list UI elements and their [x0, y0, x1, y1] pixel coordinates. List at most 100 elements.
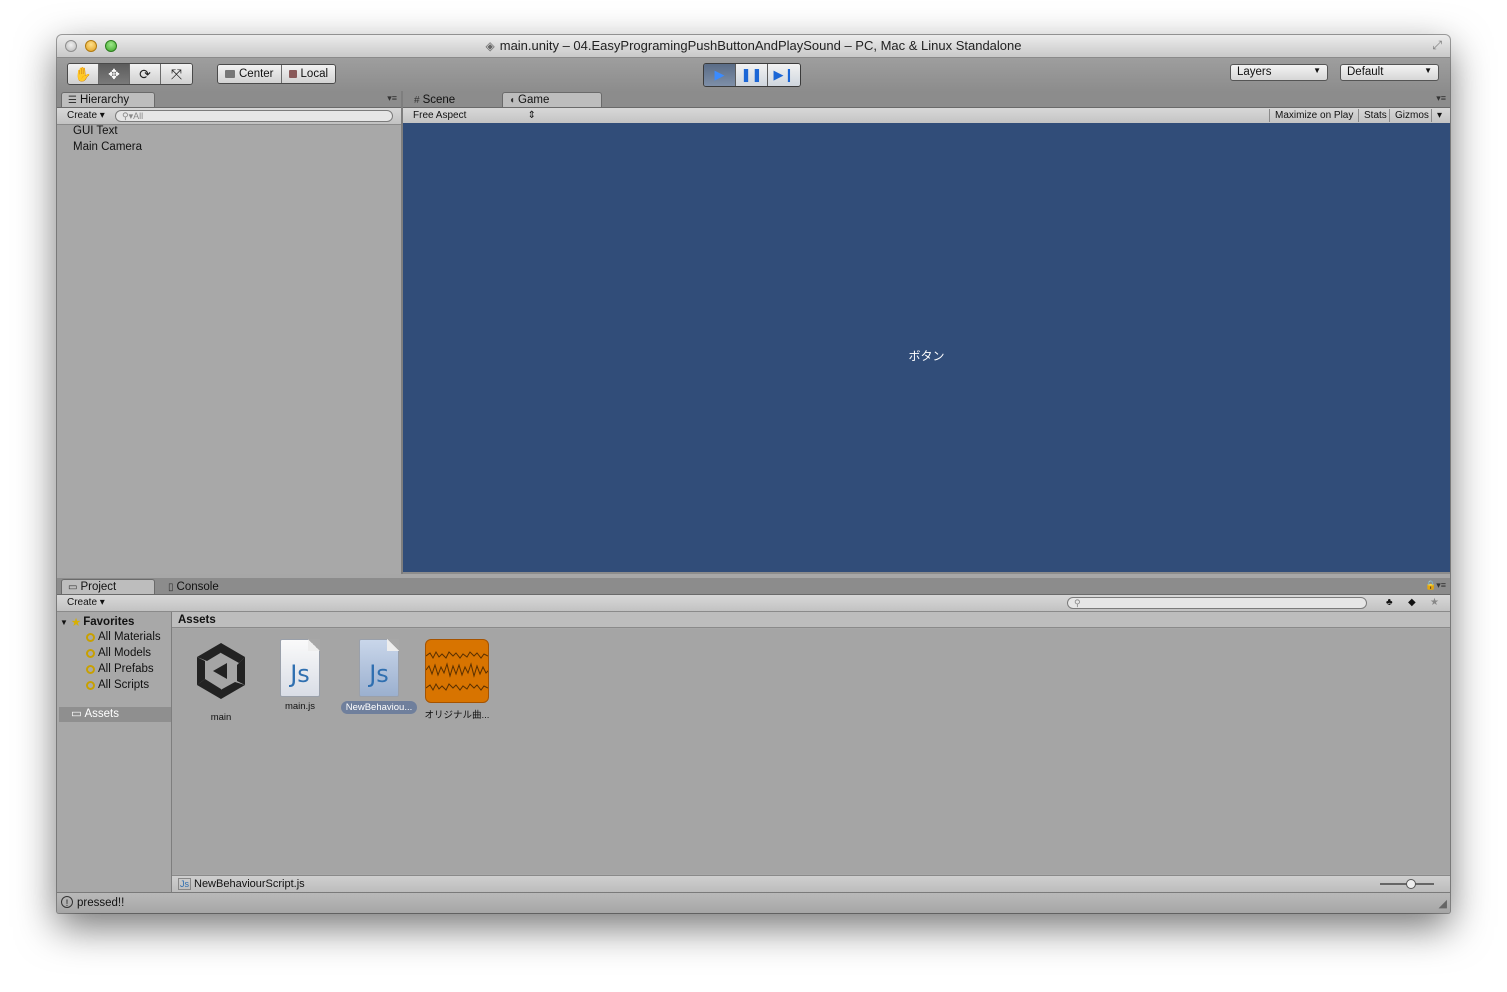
- hierarchy-create-label: Create: [67, 110, 98, 121]
- hierarchy-subbar: Create ▾ ⚲▾All: [57, 108, 401, 125]
- asset-item-selected[interactable]: Js NewBehaviou...: [341, 639, 417, 714]
- search-icon: [86, 648, 95, 658]
- project-create-dropdown[interactable]: Create ▾: [62, 596, 110, 609]
- title-bar: ◈ main.unity – 04.EasyProgramingPushButto…: [57, 35, 1450, 58]
- tab-hierarchy-label: Hierarchy: [79, 94, 130, 106]
- layout-dropdown[interactable]: Default ▼: [1340, 64, 1439, 81]
- asset-item[interactable]: オリジナル曲...: [419, 639, 495, 721]
- hand-icon: ✋: [74, 65, 92, 82]
- project-subbar: Create ▾ ⚲ ♣ ◆ ★: [57, 595, 1450, 612]
- hierarchy-create-dropdown[interactable]: Create ▾: [62, 109, 110, 122]
- panel-menu-icon[interactable]: ▾≡: [387, 93, 397, 104]
- layout-label: Default: [1347, 66, 1384, 78]
- project-create-label: Create: [67, 597, 98, 608]
- favorite-item[interactable]: All Prefabs: [86, 663, 154, 675]
- filter-by-label-icon[interactable]: ◆: [1403, 596, 1421, 609]
- pivot-toggles: Center Local: [217, 64, 337, 84]
- asset-item[interactable]: Js main.js: [262, 639, 338, 712]
- scale-icon: ⤧: [170, 65, 183, 82]
- icon-size-slider[interactable]: [1380, 879, 1434, 889]
- favorite-label: All Prefabs: [98, 663, 154, 675]
- asset-label: NewBehaviou...: [341, 701, 417, 714]
- tab-console[interactable]: ▯ Console: [161, 579, 255, 594]
- main-toolbar: ✋ ✥ ⟳ ⤧ Center Local ▶ ❚❚ ▶❙ Layers ▼ Def…: [57, 58, 1450, 95]
- fullscreen-icon[interactable]: ⤢: [1432, 38, 1442, 53]
- pivot-center-button[interactable]: Center: [218, 65, 282, 83]
- filter-by-type-icon[interactable]: ♣: [1381, 596, 1398, 609]
- transform-tools: ✋ ✥ ⟳ ⤧: [67, 63, 193, 85]
- selected-asset-path: NewBehaviourScript.js: [194, 878, 305, 890]
- pause-button[interactable]: ❚❚: [736, 64, 768, 86]
- favorite-label: All Scripts: [98, 679, 150, 691]
- disclosure-triangle-icon[interactable]: ▼: [60, 618, 68, 627]
- js-file-icon: Js: [178, 878, 191, 890]
- gui-button-text: ボタン: [908, 349, 945, 363]
- status-bar: ! pressed!! ◢: [57, 892, 1450, 913]
- tab-game-label: Game: [518, 94, 550, 106]
- favorites-header[interactable]: ▼ ★ Favorites: [60, 615, 134, 629]
- resize-grip-icon[interactable]: ◢: [1439, 897, 1447, 910]
- list-icon: ☰: [68, 95, 77, 106]
- scale-tool-button[interactable]: ⤧: [161, 64, 192, 84]
- favorite-label: All Materials: [98, 631, 161, 643]
- pause-icon: ❚❚: [740, 67, 763, 82]
- panel-menu-icon[interactable]: ▾≡: [1436, 93, 1446, 104]
- game-viewport[interactable]: ボタン: [403, 123, 1450, 572]
- move-tool-button[interactable]: ✥: [99, 64, 130, 84]
- stats-button[interactable]: Stats: [1358, 109, 1392, 122]
- hierarchy-panel: ☰ Hierarchy ▾≡ Create ▾ ⚲▾All GUI Text Ma…: [57, 91, 403, 574]
- favorite-item[interactable]: All Scripts: [86, 679, 149, 691]
- rotate-tool-button[interactable]: ⟳: [130, 64, 161, 84]
- aspect-dropdown[interactable]: Free Aspect ⇕: [408, 109, 538, 122]
- tab-hierarchy[interactable]: ☰ Hierarchy: [61, 92, 155, 107]
- pivot-local-label: Local: [300, 68, 329, 80]
- hierarchy-item[interactable]: GUI Text: [73, 125, 118, 137]
- tab-scene[interactable]: # Scene: [407, 92, 501, 107]
- project-search-input[interactable]: ⚲: [1067, 597, 1367, 609]
- unity-scene-icon: [197, 643, 245, 699]
- lock-menu-icon[interactable]: 🔒▾≡: [1425, 580, 1446, 591]
- gizmos-chevron-icon[interactable]: ▾: [1431, 109, 1447, 122]
- favorite-item[interactable]: All Models: [86, 647, 151, 659]
- search-icon: [86, 664, 95, 674]
- tab-game[interactable]: ◖ Game: [502, 92, 602, 107]
- chevron-down-icon: ▼: [1313, 66, 1321, 75]
- star-icon: ★: [70, 617, 82, 629]
- pivot-local-button[interactable]: Local: [281, 65, 336, 83]
- asset-label: main.js: [284, 701, 316, 712]
- gizmos-button[interactable]: Gizmos: [1389, 109, 1434, 122]
- chevron-updown-icon: ⇕: [527, 110, 536, 121]
- layers-label: Layers: [1237, 66, 1272, 78]
- tab-project-label: Project: [80, 581, 117, 593]
- info-icon: !: [61, 896, 73, 908]
- favorites-label: Favorites: [83, 616, 135, 628]
- favorite-item[interactable]: All Materials: [86, 631, 161, 643]
- favorite-star-icon[interactable]: ★: [1425, 596, 1444, 609]
- grid-icon: #: [414, 95, 420, 106]
- assets-folder-item[interactable]: ▭ Assets: [59, 707, 171, 722]
- hand-tool-button[interactable]: ✋: [68, 64, 99, 84]
- asset-label: main: [210, 712, 232, 723]
- window-title: ◈ main.unity – 04.EasyProgramingPushButto…: [57, 38, 1450, 53]
- project-tab-strip: ▭ Project ▯ Console 🔒▾≡: [57, 578, 1450, 595]
- folder-icon: ▭: [71, 708, 85, 720]
- status-message[interactable]: pressed!!: [77, 897, 124, 909]
- breadcrumb[interactable]: Assets: [172, 612, 1450, 628]
- waveform-icon: [426, 650, 488, 692]
- step-icon: ▶❙: [773, 67, 795, 82]
- step-button[interactable]: ▶❙: [768, 64, 800, 86]
- asset-item[interactable]: main: [183, 639, 259, 723]
- pivot-local-icon: [288, 70, 297, 78]
- layers-dropdown[interactable]: Layers ▼: [1230, 64, 1328, 81]
- search-icon: ⚲: [1074, 598, 1081, 608]
- game-tab-strip: # Scene ◖ Game ▾≡: [403, 91, 1450, 108]
- tab-project[interactable]: ▭ Project: [61, 579, 155, 594]
- hierarchy-item[interactable]: Main Camera: [73, 141, 142, 153]
- window-title-text: main.unity – 04.EasyProgramingPushButton…: [499, 38, 1022, 53]
- search-icon: [86, 632, 95, 642]
- slider-handle[interactable]: [1406, 879, 1416, 889]
- play-button[interactable]: ▶: [704, 64, 736, 86]
- maximize-on-play-button[interactable]: Maximize on Play: [1269, 109, 1358, 122]
- hierarchy-search-input[interactable]: ⚲▾All: [115, 110, 393, 122]
- favorite-label: All Models: [98, 647, 152, 659]
